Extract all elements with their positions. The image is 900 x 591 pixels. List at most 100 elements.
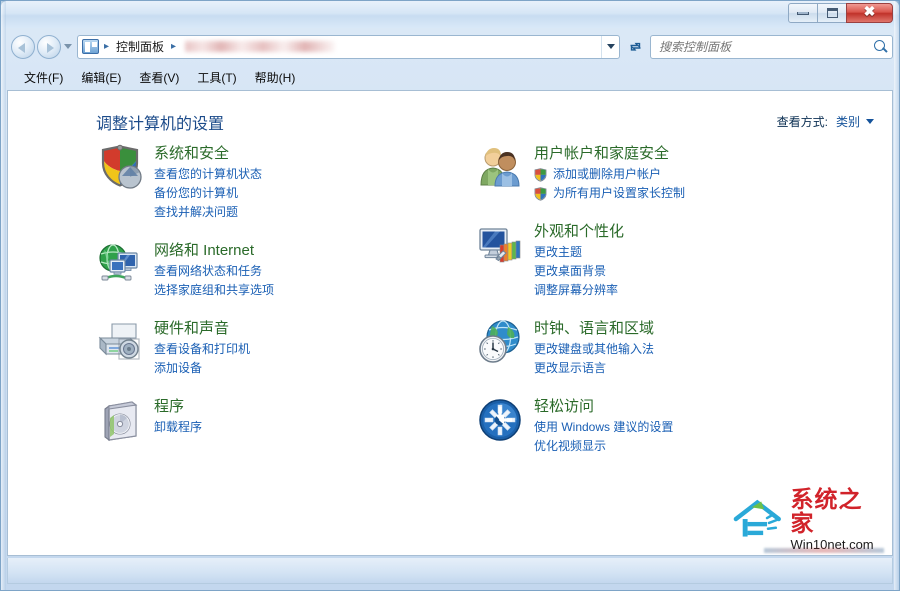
control-panel-window: ✖ ▸ 控制面板 ▸ 文件(F) 编辑( — [0, 0, 900, 591]
category-links: 查看您的计算机状态 备份您的计算机 查找并解决问题 — [154, 165, 262, 222]
link-label: 为所有用户设置家长控制 — [553, 186, 686, 200]
category-network-and-internet[interactable]: 网络和 Internet 查看网络状态和任务 选择家庭组和共享选项 — [96, 240, 450, 300]
view-by-control[interactable]: 查看方式: 类别 — [777, 113, 874, 130]
category-hardware-and-sound[interactable]: 硬件和声音 查看设备和打印机 添加设备 — [96, 318, 450, 378]
recent-pages-button[interactable] — [61, 35, 75, 59]
watermark-text: 系统之家 Win10net.com — [791, 488, 884, 552]
two-users-icon — [476, 143, 524, 191]
category-appearance-personalization[interactable]: 外观和个性化 更改主题 更改桌面背景 调整屏幕分辨率 — [476, 221, 892, 300]
minimize-icon — [797, 11, 809, 15]
category-column-right: 用户帐户和家庭安全 添加或删除用户帐户 为所有用户设置家长控制 外观和个性化 更… — [450, 143, 892, 474]
breadcrumb-separator: ▸ — [104, 41, 110, 52]
window-bottom-bar — [7, 558, 893, 584]
category-links: 使用 Windows 建议的设置 优化视频显示 — [534, 418, 673, 456]
address-dropdown-button[interactable] — [601, 35, 619, 58]
close-button[interactable]: ✖ — [846, 3, 893, 23]
link-use-windows-suggested-settings[interactable]: 使用 Windows 建议的设置 — [534, 418, 673, 437]
category-links: 更改键盘或其他输入法 更改显示语言 — [534, 340, 654, 378]
maximize-button[interactable] — [817, 3, 847, 23]
category-columns: 系统和安全 查看您的计算机状态 备份您的计算机 查找并解决问题 网络和 Inte… — [8, 143, 892, 474]
category-clock-language-region[interactable]: 时钟、语言和区域 更改键盘或其他输入法 更改显示语言 — [476, 318, 892, 378]
uac-shield-icon — [534, 187, 547, 201]
category-links: 添加或删除用户帐户 为所有用户设置家长控制 — [534, 165, 685, 203]
category-title[interactable]: 程序 — [154, 397, 202, 417]
category-title[interactable]: 硬件和声音 — [154, 319, 250, 339]
shield-pie-icon — [96, 143, 144, 191]
category-system-and-security[interactable]: 系统和安全 查看您的计算机状态 备份您的计算机 查找并解决问题 — [96, 143, 450, 222]
menu-tools[interactable]: 工具(T) — [188, 67, 245, 88]
chevron-down-icon — [64, 44, 72, 49]
watermark-cn: 系统之家 — [790, 486, 863, 537]
menu-help[interactable]: 帮助(H) — [246, 67, 305, 88]
link-find-fix-problems[interactable]: 查找并解决问题 — [154, 203, 262, 222]
link-view-devices-printers[interactable]: 查看设备和打印机 — [154, 340, 250, 359]
link-change-display-language[interactable]: 更改显示语言 — [534, 359, 654, 378]
view-by-label: 查看方式: — [776, 115, 828, 129]
link-view-network-status[interactable]: 查看网络状态和任务 — [154, 262, 274, 281]
category-links: 卸载程序 — [154, 418, 202, 437]
menu-file[interactable]: 文件(F) — [15, 67, 72, 88]
link-change-desktop-background[interactable]: 更改桌面背景 — [534, 262, 624, 281]
menu-view[interactable]: 查看(V) — [130, 67, 188, 88]
page-title: 调整计算机的设置 — [96, 116, 225, 133]
link-optimize-visual-display[interactable]: 优化视频显示 — [534, 437, 673, 456]
category-programs[interactable]: 程序 卸载程序 — [96, 396, 450, 444]
category-title[interactable]: 网络和 Internet — [154, 241, 274, 261]
category-title[interactable]: 外观和个性化 — [534, 222, 624, 242]
category-title[interactable]: 系统和安全 — [154, 144, 262, 164]
link-add-device[interactable]: 添加设备 — [154, 359, 250, 378]
search-box[interactable] — [650, 34, 893, 59]
category-column-left: 系统和安全 查看您的计算机状态 备份您的计算机 查找并解决问题 网络和 Inte… — [8, 143, 450, 474]
breadcrumb-item-control-panel[interactable]: 控制面板 — [114, 38, 166, 55]
menu-bar: 文件(F) 编辑(E) 查看(V) 工具(T) 帮助(H) — [7, 65, 893, 89]
refresh-icon — [630, 42, 640, 51]
globe-monitors-icon — [96, 240, 144, 288]
chevron-down-icon — [606, 44, 615, 49]
link-change-theme[interactable]: 更改主题 — [534, 243, 624, 262]
category-title[interactable]: 用户帐户和家庭安全 — [534, 144, 685, 164]
view-by-value[interactable]: 类别 — [836, 113, 860, 130]
control-panel-icon — [82, 39, 99, 54]
link-label: 添加或删除用户帐户 — [553, 167, 662, 181]
category-title[interactable]: 时钟、语言和区域 — [534, 319, 654, 339]
close-icon: ✖ — [863, 5, 876, 20]
window-frame-right — [894, 1, 899, 590]
forward-button[interactable] — [37, 34, 61, 59]
category-links: 更改主题 更改桌面背景 调整屏幕分辨率 — [534, 243, 624, 300]
watermark-strip — [764, 548, 884, 553]
window-controls: ✖ — [788, 3, 893, 23]
category-links: 查看网络状态和任务 选择家庭组和共享选项 — [154, 262, 274, 300]
uac-shield-icon — [534, 168, 547, 182]
refresh-button[interactable] — [623, 35, 647, 59]
link-backup-computer[interactable]: 备份您的计算机 — [154, 184, 262, 203]
maximize-icon — [826, 8, 838, 18]
link-add-remove-user-accounts[interactable]: 添加或删除用户帐户 — [534, 165, 685, 184]
software-box-icon — [96, 396, 144, 444]
back-button[interactable] — [11, 34, 35, 59]
link-adjust-screen-resolution[interactable]: 调整屏幕分辨率 — [534, 281, 624, 300]
title-bar[interactable]: ✖ — [1, 1, 899, 28]
search-icon — [872, 37, 892, 57]
category-user-accounts-family-safety[interactable]: 用户帐户和家庭安全 添加或删除用户帐户 为所有用户设置家长控制 — [476, 143, 892, 203]
breadcrumb-separator-2: ▸ — [171, 41, 177, 52]
category-links: 查看设备和打印机 添加设备 — [154, 340, 250, 378]
house-logo-icon — [733, 499, 781, 537]
watermark-logo: 系统之家 Win10net.com — [732, 488, 884, 552]
link-homegroup-sharing[interactable]: 选择家庭组和共享选项 — [154, 281, 274, 300]
link-set-parental-controls[interactable]: 为所有用户设置家长控制 — [534, 184, 685, 203]
category-title[interactable]: 轻松访问 — [534, 397, 673, 417]
category-ease-of-access[interactable]: 轻松访问 使用 Windows 建议的设置 优化视频显示 — [476, 396, 892, 456]
link-change-keyboards-input[interactable]: 更改键盘或其他输入法 — [534, 340, 654, 359]
window-frame-left — [1, 1, 6, 590]
search-input[interactable] — [651, 38, 872, 55]
chevron-down-icon — [866, 119, 874, 124]
minimize-button[interactable] — [788, 3, 818, 23]
navigation-bar: ▸ 控制面板 ▸ — [7, 31, 893, 62]
content-pane: 调整计算机的设置 查看方式: 类别 系统和安全 查看您的计算机状态 备份您的计算… — [7, 90, 893, 556]
link-uninstall-program[interactable]: 卸载程序 — [154, 418, 202, 437]
address-bar[interactable]: ▸ 控制面板 ▸ — [77, 34, 620, 59]
redacted-path-blur — [185, 41, 336, 52]
ease-of-access-icon — [476, 396, 524, 444]
link-view-computer-status[interactable]: 查看您的计算机状态 — [154, 165, 262, 184]
menu-edit[interactable]: 编辑(E) — [72, 67, 130, 88]
